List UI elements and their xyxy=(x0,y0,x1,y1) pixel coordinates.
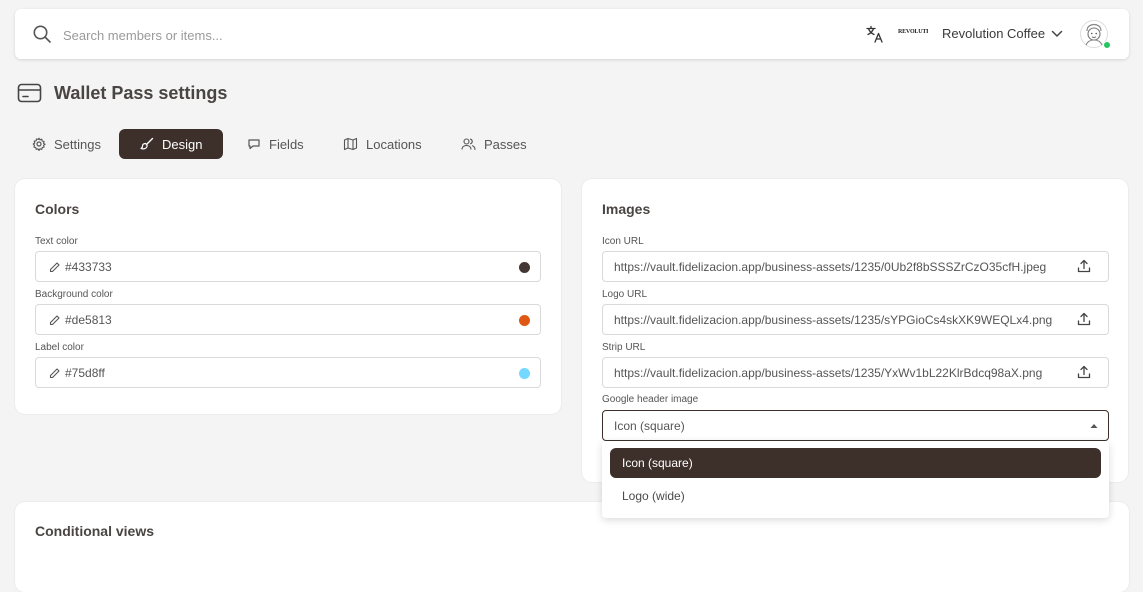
eyedropper-icon[interactable] xyxy=(49,262,60,273)
upload-icon[interactable] xyxy=(1077,259,1091,273)
brand-logo: REVOLUTION xyxy=(898,29,928,35)
tab-label: Design xyxy=(162,136,203,152)
strip-url-label: Strip URL xyxy=(602,342,646,353)
label-color-label: Label color xyxy=(35,342,84,353)
logo-url-label: Logo URL xyxy=(602,289,648,300)
url-value: https://vault.fidelizacion.app/business-… xyxy=(614,366,1043,380)
select-value: Icon (square) xyxy=(614,419,685,433)
icon-url-label: Icon URL xyxy=(602,236,644,247)
translate-icon[interactable] xyxy=(866,25,884,43)
page-title: Wallet Pass settings xyxy=(54,83,228,103)
avatar[interactable] xyxy=(1080,20,1111,49)
dropdown-option-icon-square[interactable]: Icon (square) xyxy=(610,448,1101,478)
search-icon xyxy=(32,24,52,44)
gear-icon xyxy=(32,137,46,151)
text-color-field[interactable]: #433733 xyxy=(35,251,541,282)
chevron-down-icon[interactable] xyxy=(1051,29,1063,39)
card-title: Conditional views xyxy=(35,523,155,539)
background-color-label: Background color xyxy=(35,289,113,300)
dropdown-option-logo-wide[interactable]: Logo (wide) xyxy=(610,481,1101,511)
icon-url-input[interactable]: https://vault.fidelizacion.app/business-… xyxy=(602,251,1109,282)
tab-settings[interactable]: Settings xyxy=(20,129,110,159)
search-input[interactable] xyxy=(61,22,565,48)
tab-design[interactable]: Design xyxy=(119,129,223,159)
wallet-card-icon xyxy=(17,82,42,104)
upload-icon[interactable] xyxy=(1077,365,1091,379)
online-status-dot xyxy=(1103,41,1111,49)
images-card: Images Icon URL https://vault.fidelizaci… xyxy=(582,179,1128,482)
text-color-label: Text color xyxy=(35,236,78,247)
top-bar: REVOLUTION Revolution Coffee xyxy=(15,9,1129,59)
label-color-field[interactable]: #75d8ff xyxy=(35,357,541,388)
tab-label: Settings xyxy=(54,136,101,152)
colors-card: Colors Text color #433733 Background col… xyxy=(15,179,561,414)
eyedropper-icon[interactable] xyxy=(49,368,60,379)
tab-passes[interactable]: Passes xyxy=(449,129,537,159)
card-title: Colors xyxy=(35,201,80,217)
tab-label: Locations xyxy=(366,136,422,152)
upload-icon[interactable] xyxy=(1077,312,1091,326)
color-value: #de5813 xyxy=(65,313,112,327)
tab-fields[interactable]: Fields xyxy=(235,129,325,159)
tab-label: Passes xyxy=(484,136,527,152)
users-icon xyxy=(461,137,476,151)
url-value: https://vault.fidelizacion.app/business-… xyxy=(614,313,1053,327)
eyedropper-icon[interactable] xyxy=(49,315,60,326)
google-header-image-label: Google header image xyxy=(602,394,699,405)
strip-url-input[interactable]: https://vault.fidelizacion.app/business-… xyxy=(602,357,1109,388)
brush-icon xyxy=(140,137,154,151)
map-icon xyxy=(343,137,358,151)
google-header-image-dropdown: Icon (square) Logo (wide) xyxy=(602,441,1109,518)
url-value: https://vault.fidelizacion.app/business-… xyxy=(614,260,1047,274)
color-value: #433733 xyxy=(65,260,112,274)
background-color-field[interactable]: #de5813 xyxy=(35,304,541,335)
tab-label: Fields xyxy=(269,136,304,152)
color-value: #75d8ff xyxy=(65,366,105,380)
color-swatch[interactable] xyxy=(519,262,530,273)
account-switcher[interactable]: Revolution Coffee xyxy=(942,26,1045,41)
google-header-image-select[interactable]: Icon (square) xyxy=(602,410,1109,441)
card-title: Images xyxy=(602,201,651,217)
color-swatch[interactable] xyxy=(519,368,530,379)
chat-icon xyxy=(247,137,261,151)
logo-url-input[interactable]: https://vault.fidelizacion.app/business-… xyxy=(602,304,1109,335)
caret-up-icon[interactable] xyxy=(1090,423,1098,429)
tab-locations[interactable]: Locations xyxy=(331,129,439,159)
color-swatch[interactable] xyxy=(519,315,530,326)
